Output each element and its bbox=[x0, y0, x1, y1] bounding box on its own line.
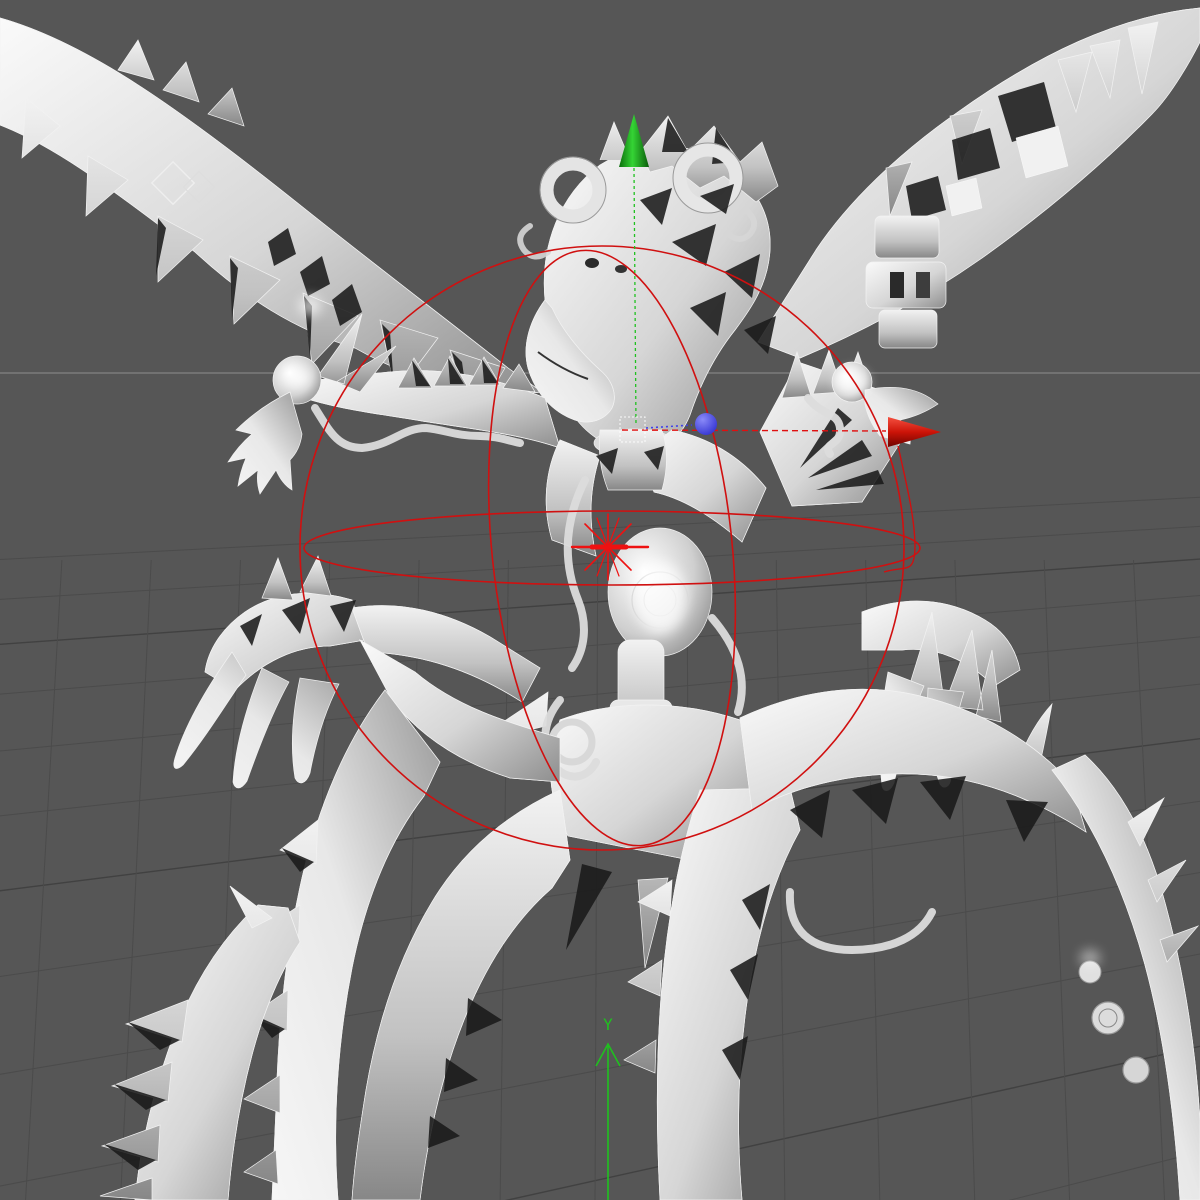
eye-left bbox=[585, 258, 599, 268]
move-z-sphere-icon[interactable] bbox=[695, 413, 717, 435]
model-right-arm-joint bbox=[866, 216, 946, 348]
world-y-axis-label: Y bbox=[603, 1015, 613, 1034]
grid-line bbox=[0, 558, 1200, 645]
wireframe-creature-model[interactable] bbox=[0, 8, 1200, 1200]
grid-line bbox=[0, 595, 1200, 695]
viewport-canvas[interactable]: Y bbox=[0, 0, 1200, 1200]
arm-left-claw bbox=[228, 392, 302, 494]
move-y-arrow-icon[interactable] bbox=[619, 114, 649, 167]
grid-line bbox=[1044, 560, 1070, 1200]
claw-left-talons bbox=[174, 652, 339, 788]
grid-line bbox=[0, 497, 1200, 560]
grid-line bbox=[776, 560, 785, 1200]
move-x-arrow-icon[interactable] bbox=[888, 417, 941, 447]
grid-line bbox=[25, 560, 62, 1200]
viewport[interactable]: Y bbox=[0, 0, 1200, 1200]
ring-overlap-arc bbox=[884, 446, 915, 572]
leg-rosette-1 bbox=[1092, 1002, 1124, 1034]
grid-line bbox=[0, 526, 1200, 600]
world-y-axis-indicator: Y bbox=[596, 1015, 620, 1200]
grid-line bbox=[866, 560, 880, 1200]
leg-rosette-2 bbox=[1123, 1057, 1149, 1083]
